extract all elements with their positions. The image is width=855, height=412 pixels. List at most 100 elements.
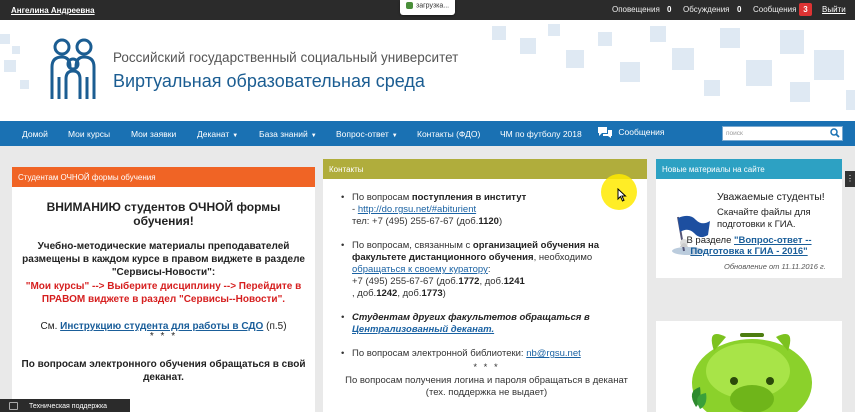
greeting: Уважаемые студенты! <box>717 191 825 203</box>
discussions-count: 0 <box>737 5 742 14</box>
nav-dean-office-label: Деканат <box>197 129 230 139</box>
header-decoration <box>746 60 772 86</box>
side-menu-toggle[interactable]: ⋮ <box>845 171 855 187</box>
nav-contacts[interactable]: Контакты (ФДО) <box>417 129 480 139</box>
separator: * * * <box>473 362 500 373</box>
messages-count-badge: 3 <box>799 3 812 16</box>
text: В разделе <box>686 235 732 246</box>
nav-qa[interactable]: Вопрос-ответ ▼ <box>336 129 398 139</box>
text: , доб. <box>479 276 504 287</box>
site-title[interactable]: Виртуальная образовательная среда <box>113 71 425 92</box>
header-decoration <box>0 34 10 44</box>
messages-link[interactable]: Сообщения <box>753 5 796 14</box>
top-bar: Ангелина Андреевна загрузка... Оповещени… <box>0 0 855 20</box>
header-decoration <box>520 38 536 54</box>
text: 1772 <box>458 276 480 287</box>
mouse-pointer-icon <box>617 188 627 202</box>
text: , доб. <box>352 288 377 299</box>
text: По вопросам электронной библиотеки: <box>352 348 524 359</box>
header-decoration <box>620 62 640 82</box>
distance-learning-contact: По вопросам, связанным с организацией об… <box>341 240 639 300</box>
search-icon[interactable] <box>830 128 840 138</box>
nav-my-requests[interactable]: Мои заявки <box>131 129 176 139</box>
text: , необходимо <box>533 252 593 263</box>
header-decoration <box>814 50 844 80</box>
header-decoration <box>548 24 560 36</box>
technical-support-button[interactable]: Техническая поддержка <box>0 399 130 412</box>
text: 1242 <box>376 288 398 299</box>
text: 1120 <box>478 216 499 227</box>
discussions-link[interactable]: Обсуждения <box>683 5 730 14</box>
text: , доб. <box>397 288 422 299</box>
nav-home[interactable]: Домой <box>22 129 48 139</box>
curator-link[interactable]: обращаться к своему куратору <box>352 264 488 275</box>
chat-icon <box>598 127 612 138</box>
course-path-text: "Мои курсы" --> Выберите дисциплину --> … <box>25 281 302 305</box>
text: Студентам других факультетов обращаться … <box>352 312 590 323</box>
nav-world-cup[interactable]: ЧМ по футболу 2018 <box>500 129 582 139</box>
search-placeholder: поиск <box>726 130 743 137</box>
header-decoration <box>566 50 584 68</box>
nav-my-courses[interactable]: Мои курсы <box>68 129 110 139</box>
header-decoration <box>790 82 810 102</box>
loading-icon <box>406 2 413 9</box>
notifications-count: 0 <box>667 5 672 14</box>
nav-knowledge-base-label: База знаний <box>259 129 308 139</box>
text: 1241 <box>503 276 525 287</box>
attention-heading: ВНИМАНИЮ студентов ОЧНОЙ формы обучения! <box>46 200 281 228</box>
header-decoration <box>12 46 20 54</box>
see-suffix: (п.5) <box>266 321 287 332</box>
user-name-link[interactable]: Ангелина Андреевна <box>11 6 95 15</box>
library-contact: По вопросам электронной библиотеки: nb@r… <box>341 348 639 360</box>
search-input[interactable]: поиск <box>722 126 843 141</box>
nav-messages[interactable]: Сообщения <box>597 126 665 139</box>
text: ) <box>442 288 446 299</box>
update-date: Обновление от 11.11.2016 г. <box>724 262 826 271</box>
nav-messages-label: Сообщения <box>618 126 665 137</box>
materials-text: Учебно-методические материалы преподават… <box>22 241 305 278</box>
header-decoration <box>780 30 804 54</box>
university-name: Российский государственный социальный ун… <box>113 50 459 65</box>
abiturient-link[interactable]: http://do.rgsu.net/#abiturient <box>358 204 476 215</box>
header-decoration <box>650 26 666 42</box>
contacts-panel: Контакты По вопросам поступления в инсти… <box>323 159 647 412</box>
notifications-link[interactable]: Оповещения <box>612 5 660 14</box>
cursor-highlight <box>601 174 637 210</box>
see-prefix: См. <box>40 321 58 332</box>
central-dean-link[interactable]: Централизованный деканат. <box>352 324 494 335</box>
panel-heading: Контакты <box>323 159 647 179</box>
login-info: По вопросам получения логина и пароля об… <box>345 375 628 398</box>
new-materials-panel: Новые материалы на сайте Уважаемые студе… <box>656 159 842 278</box>
text: тел: +7 (495) 255-67-67 (доб. <box>352 216 479 227</box>
nav-qa-label: Вопрос-ответ <box>336 129 389 139</box>
text: ) <box>498 216 503 227</box>
text: поступления в институт <box>411 192 527 203</box>
admission-contact: По вопросам поступления в институт - htt… <box>341 192 639 228</box>
header-decoration <box>846 90 855 110</box>
nav-knowledge-base[interactable]: База знаний ▼ <box>259 129 317 139</box>
support-icon <box>9 402 18 410</box>
nav-dean-office[interactable]: Деканат ▼ <box>197 129 238 139</box>
download-text: Скачайте файлы для подготовки к ГИА. <box>717 207 811 230</box>
site-header: Российский государственный социальный ун… <box>0 20 855 121</box>
header-decoration <box>704 80 720 96</box>
header-decoration <box>4 60 16 72</box>
elearning-text: По вопросам электронного обучения обраща… <box>21 359 306 383</box>
text: - <box>352 204 356 215</box>
text: По вопросам <box>352 192 410 203</box>
chevron-down-icon: ▼ <box>232 133 239 139</box>
logout-link[interactable]: Выйти <box>822 5 846 14</box>
text: +7 (495) 255-67-67 (доб. <box>352 276 459 287</box>
text: : <box>487 264 491 275</box>
full-time-students-panel: Студентам ОЧНОЙ формы обучения ВНИМАНИЮ … <box>12 167 315 412</box>
main-nav: Домой Мои курсы Мои заявки Деканат ▼ База… <box>0 121 855 146</box>
header-decoration <box>720 28 740 48</box>
university-logo-icon[interactable] <box>48 37 98 103</box>
loading-indicator: загрузка... <box>400 0 456 15</box>
text: По вопросам, связанным с <box>352 240 471 251</box>
library-email-link[interactable]: nb@rgsu.net <box>526 348 581 359</box>
other-faculties-contact: Студентам других факультетов обращаться … <box>341 312 639 336</box>
header-decoration <box>20 80 29 89</box>
header-decoration <box>672 48 694 70</box>
separator: * * * <box>149 331 178 342</box>
